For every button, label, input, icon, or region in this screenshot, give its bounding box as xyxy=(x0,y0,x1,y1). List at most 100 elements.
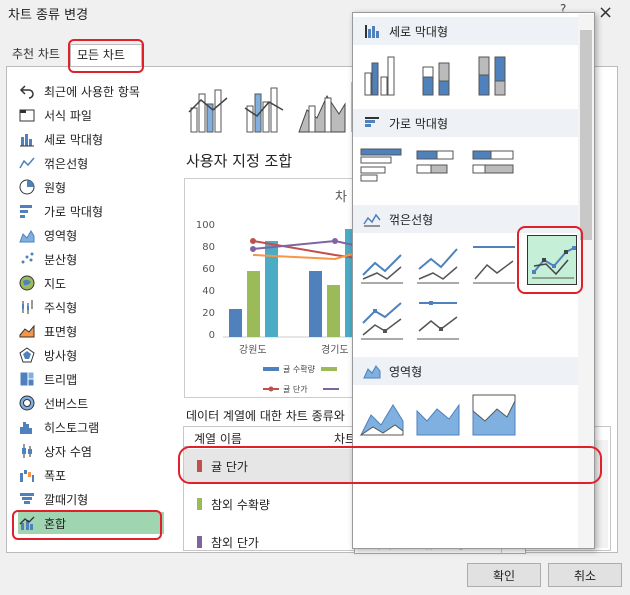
stacked-column-option[interactable] xyxy=(415,51,461,97)
dropdown-scroll-thumb[interactable] xyxy=(580,30,592,240)
category-label: 히스토그램 xyxy=(44,420,100,435)
category-item[interactable]: 트리맵 xyxy=(18,368,164,390)
percent-stacked-line-option[interactable] xyxy=(471,239,517,285)
stacked-bar-option[interactable] xyxy=(415,145,461,191)
annotation-highlight xyxy=(68,39,144,73)
stacked-line-option[interactable] xyxy=(415,239,461,285)
cancel-button[interactable]: 취소 xyxy=(548,563,622,587)
category-item[interactable]: 주식형 xyxy=(18,296,164,318)
category-item[interactable]: 서식 파일 xyxy=(18,104,164,126)
category-label: 세로 막대형 xyxy=(44,132,104,147)
series-color-swatch xyxy=(197,498,202,510)
close-button[interactable]: × xyxy=(598,2,613,23)
annotation-highlight xyxy=(12,510,162,540)
category-item[interactable]: 꺾은선형 xyxy=(18,152,164,174)
column-chart-icon xyxy=(365,25,379,38)
category-label: 상자 수염 xyxy=(44,444,92,459)
category-label: 꺾은선형 xyxy=(44,156,89,171)
preview-bar xyxy=(247,271,260,337)
preview-marker xyxy=(250,246,256,252)
annotation-highlight xyxy=(517,226,583,294)
category-item[interactable]: 원형 xyxy=(18,176,164,198)
category-item[interactable]: 상자 수염 xyxy=(18,440,164,462)
combo-bar-line-secondary-icon xyxy=(244,87,284,133)
undo-icon xyxy=(18,83,36,99)
category-item[interactable]: 선버스트 xyxy=(18,392,164,414)
area-option[interactable] xyxy=(359,391,405,437)
category-item[interactable]: 지도 xyxy=(18,272,164,294)
scatter-chart-icon xyxy=(18,251,36,267)
stacked-line-markers-option[interactable] xyxy=(359,295,405,341)
category-label: 깔때기형 xyxy=(44,492,89,507)
bar-chart-icon xyxy=(18,203,36,219)
category-item[interactable]: 방사형 xyxy=(18,344,164,366)
category-label: 가로 막대형 xyxy=(44,204,104,219)
area-chart-icon xyxy=(363,365,381,379)
percent-stacked-area-option[interactable] xyxy=(471,391,517,437)
waterfall-chart-icon xyxy=(18,467,36,483)
preview-bar xyxy=(229,309,242,337)
clustered-column-option[interactable] xyxy=(359,51,405,97)
preview-axis-tick: 0 xyxy=(209,330,215,341)
combo-subtype-2[interactable] xyxy=(241,80,291,134)
percent-stacked-column-option[interactable] xyxy=(471,51,517,97)
combo-subtype-1[interactable] xyxy=(185,80,235,134)
category-label: 지도 xyxy=(44,276,67,291)
category-item[interactable]: 분산형 xyxy=(18,248,164,270)
category-item[interactable]: 깔때기형 xyxy=(18,488,164,510)
surface-chart-icon xyxy=(18,323,36,339)
preview-bar xyxy=(309,271,322,337)
series-instruction: 데이터 계열에 대한 차트 종류와 xyxy=(186,409,345,423)
dropdown-section-column: 세로 막대형 xyxy=(353,17,579,45)
preview-axis-tick: 20 xyxy=(202,308,215,319)
category-label: 방사형 xyxy=(44,348,78,363)
category-label: 원형 xyxy=(44,180,67,195)
category-label: 최근에 사용한 항목 xyxy=(44,84,140,99)
category-item[interactable]: 히스토그램 xyxy=(18,416,164,438)
preview-axis-tick: 40 xyxy=(202,286,215,297)
treemap-chart-icon xyxy=(18,371,36,387)
category-item[interactable]: 표면형 xyxy=(18,320,164,342)
section-heading: 사용자 지정 조합 xyxy=(186,152,293,170)
annotation-highlight xyxy=(178,446,602,484)
category-label: 트리맵 xyxy=(44,372,78,387)
category-item[interactable]: 폭포 xyxy=(18,464,164,486)
legend-label: 귤 단가 xyxy=(283,384,308,394)
clustered-bar-option[interactable] xyxy=(359,145,405,191)
category-label: 선버스트 xyxy=(44,396,89,411)
map-chart-icon xyxy=(18,275,36,291)
chart-preview: 차 100 80 60 40 20 0 강원도 경기도 귤 수확량 귤 단가 xyxy=(184,178,364,398)
dropdown-section-bar: 가로 막대형 xyxy=(353,109,579,137)
tab-recommended[interactable]: 추천 차트 xyxy=(6,44,68,66)
category-label: 영역형 xyxy=(44,228,78,243)
area-chart-icon xyxy=(18,227,36,243)
category-label: 주식형 xyxy=(44,300,78,315)
radar-chart-icon xyxy=(18,347,36,363)
combo-area-bar-icon xyxy=(298,94,346,133)
category-item[interactable]: 영역형 xyxy=(18,224,164,246)
combo-subtype-3[interactable] xyxy=(297,80,347,134)
percent-stacked-line-markers-option[interactable] xyxy=(415,295,461,341)
ok-button[interactable]: 확인 xyxy=(467,563,541,587)
preview-axis-tick: 60 xyxy=(202,264,215,275)
line-option[interactable] xyxy=(359,239,405,285)
sunburst-chart-icon xyxy=(18,395,36,411)
bar-chart-icon xyxy=(365,117,379,127)
category-item[interactable]: 가로 막대형 xyxy=(18,200,164,222)
category-item[interactable]: 최근에 사용한 항목 xyxy=(18,80,164,102)
category-item[interactable]: 세로 막대형 xyxy=(18,128,164,150)
preview-category-label: 강원도 xyxy=(239,344,267,356)
series-name: 참외 단가 xyxy=(211,536,259,550)
dropdown-section-area: 영역형 xyxy=(353,357,579,385)
preview-title: 차 xyxy=(335,190,347,205)
preview-chart: 차 100 80 60 40 20 0 강원도 경기도 귤 수확량 귤 단가 xyxy=(196,190,363,394)
histogram-chart-icon xyxy=(18,419,36,435)
category-label: 서식 파일 xyxy=(44,108,92,123)
percent-stacked-bar-option[interactable] xyxy=(471,145,517,191)
stacked-area-option[interactable] xyxy=(415,391,461,437)
column-chart-icon xyxy=(18,131,36,147)
pie-chart-icon xyxy=(18,179,36,195)
preview-axis-tick: 100 xyxy=(196,220,215,231)
category-label: 표면형 xyxy=(44,324,78,339)
legend-swatch xyxy=(321,367,337,371)
